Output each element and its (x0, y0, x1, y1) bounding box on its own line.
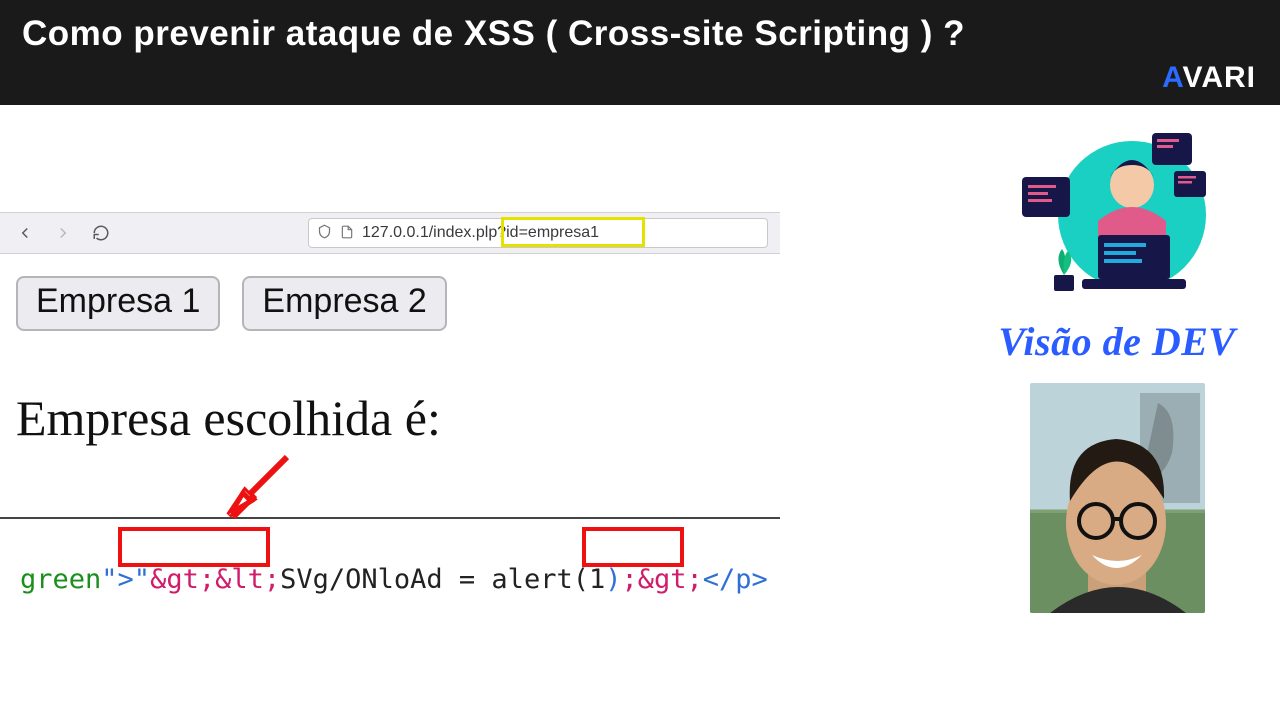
browser-toolbar: 127.0.0.1/index.plp?id=empresa1 (0, 212, 780, 254)
forward-button[interactable] (50, 220, 76, 246)
channel-name: Visão de DEV (982, 318, 1252, 365)
back-button[interactable] (12, 220, 38, 246)
demo-page: Empresa 1 Empresa 2 Empresa escolhida é: (0, 254, 780, 447)
escaped-code-line: green">"&gt;&lt;SVg/ONloAd = alert(1);&g… (0, 533, 780, 688)
avari-logo: AVARI (1162, 61, 1256, 95)
code-divider (0, 517, 780, 519)
browser-mock: 127.0.0.1/index.plp?id=empresa1 Empresa … (0, 212, 780, 447)
reload-button[interactable] (88, 220, 114, 246)
right-column: Visão de DEV (982, 125, 1252, 613)
video-title: Como prevenir ataque de XSS ( Cross-site… (22, 14, 1258, 54)
code-region: green">"&gt;&lt;SVg/ONloAd = alert(1);&g… (0, 517, 780, 688)
address-bar[interactable]: 127.0.0.1/index.plp?id=empresa1 (308, 218, 768, 248)
arrow-annotation (225, 449, 295, 519)
url-highlight-box (501, 217, 645, 247)
empresa-2-button[interactable]: Empresa 2 (242, 276, 446, 331)
presenter-photo (1030, 383, 1205, 613)
shield-icon (317, 224, 332, 243)
page-icon (340, 224, 354, 243)
developer-illustration (1012, 125, 1222, 310)
red-box-right (582, 527, 684, 567)
title-banner: Como prevenir ataque de XSS ( Cross-site… (0, 0, 1280, 105)
chosen-headline: Empresa escolhida é: (16, 389, 764, 447)
red-box-left (118, 527, 270, 567)
empresa-1-button[interactable]: Empresa 1 (16, 276, 220, 331)
